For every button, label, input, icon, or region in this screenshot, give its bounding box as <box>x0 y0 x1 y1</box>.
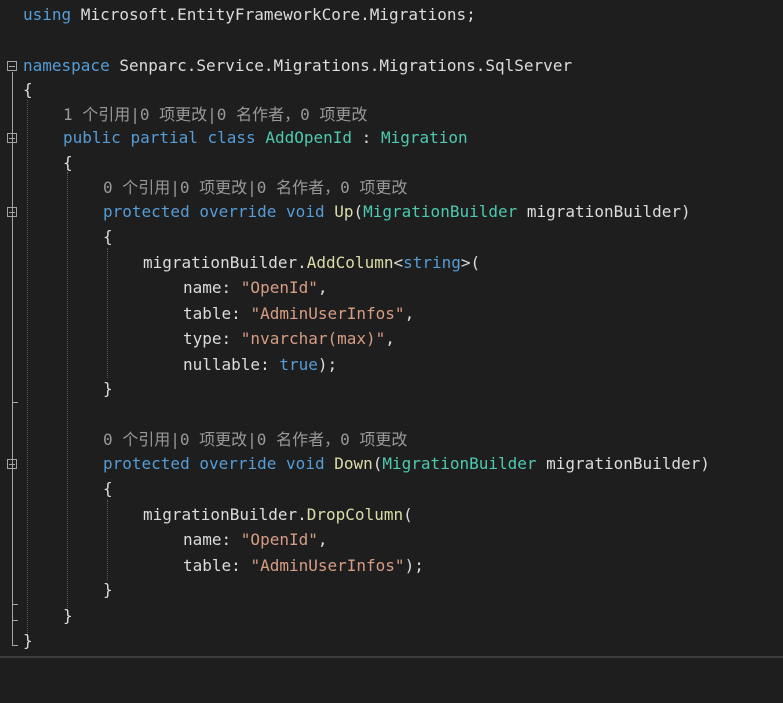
editor-bottom-border <box>0 656 783 658</box>
call-end: ); <box>317 355 338 374</box>
keyword: string <box>403 253 461 272</box>
arg-label: name: <box>183 278 241 297</box>
keyword: public <box>63 128 121 147</box>
codelens-class[interactable]: 1 个引用|0 项更改|0 名作者，0 项更改 <box>0 102 367 127</box>
code-line-addcolumn: migrationBuilder.AddColumn<string>( <box>0 250 480 275</box>
generic-open: < <box>393 253 404 272</box>
keyword: void <box>286 454 325 473</box>
param-name: migrationBuilder) <box>536 454 710 473</box>
code-line-up-open: { <box>0 224 113 249</box>
paren: ( <box>403 505 413 524</box>
keyword: partial <box>130 128 198 147</box>
indent-guide-down <box>107 500 108 580</box>
method-name: Down <box>334 454 373 473</box>
code-line-arg-nullable: nullable: true); <box>0 352 337 377</box>
base-class: Migration <box>380 128 468 147</box>
brace: { <box>63 153 73 172</box>
param-type: MigrationBuilder <box>382 454 537 473</box>
keyword: class <box>207 128 256 147</box>
comma: , <box>385 329 395 348</box>
codelens-text[interactable]: 0 个引用|0 项更改|0 名作者，0 项更改 <box>103 430 407 449</box>
generic-close: >( <box>460 253 481 272</box>
code-line-namespace: namespace Senparc.Service.Migrations.Mig… <box>0 53 572 78</box>
code-line-up-close: } <box>0 376 113 401</box>
keyword: void <box>286 202 325 221</box>
keyword: using <box>23 5 72 24</box>
code-line-class-decl: public partial class AddOpenId : Migrati… <box>0 125 468 150</box>
param-type: MigrationBuilder <box>363 202 518 221</box>
code-line-up-decl: protected override void Up(MigrationBuil… <box>0 199 691 224</box>
using-namespace: Microsoft.EntityFrameworkCore.Migrations… <box>71 5 476 24</box>
brace: { <box>103 227 113 246</box>
indent-guide-up <box>107 248 108 378</box>
indent-guide-class <box>67 172 68 620</box>
keyword: namespace <box>23 56 110 75</box>
brace: } <box>63 606 73 625</box>
codelens-down[interactable]: 0 个引用|0 项更改|0 名作者，0 项更改 <box>0 427 407 452</box>
brace: } <box>23 631 33 650</box>
brace: } <box>103 580 113 599</box>
code-line-class-close: } <box>0 603 73 628</box>
code-editor[interactable]: using Microsoft.EntityFrameworkCore.Migr… <box>0 0 783 661</box>
code-line-arg-name: name: "OpenId", <box>0 275 328 300</box>
string-literal: "AdminUserInfos" <box>250 556 405 575</box>
comma: , <box>317 278 328 297</box>
keyword: true <box>279 355 318 374</box>
keyword: override <box>199 454 277 473</box>
string-literal: "nvarchar(max)" <box>240 329 386 348</box>
codelens-text[interactable]: 1 个引用|0 项更改|0 名作者，0 项更改 <box>63 105 367 124</box>
brace: { <box>103 479 113 498</box>
code-line-drop-arg-name: name: "OpenId", <box>0 527 328 552</box>
string-literal: "AdminUserInfos" <box>250 304 405 323</box>
arg-label: type: <box>183 329 241 348</box>
keyword: protected <box>103 202 190 221</box>
code-line-down-open: { <box>0 476 113 501</box>
code-line-arg-table: table: "AdminUserInfos", <box>0 301 414 326</box>
string-literal: "OpenId" <box>240 278 318 297</box>
arg-label: nullable: <box>183 355 280 374</box>
call-end: ); <box>404 556 424 575</box>
string-literal: "OpenId" <box>240 530 318 549</box>
code-line-drop-arg-table: table: "AdminUserInfos"); <box>0 553 424 578</box>
comma: , <box>317 530 328 549</box>
code-line-namespace-close: } <box>0 628 39 653</box>
brace: { <box>23 80 33 99</box>
method-name: Up <box>334 202 354 221</box>
arg-label: table: <box>183 556 251 575</box>
namespace-name: Senparc.Service.Migrations.Migrations.Sq… <box>109 56 573 75</box>
brace: } <box>103 379 113 398</box>
paren: ( <box>372 454 383 473</box>
code-line-dropcolumn: migrationBuilder.DropColumn( <box>0 502 413 527</box>
code-line-down-close: } <box>0 577 113 602</box>
builder-ref: migrationBuilder. <box>143 505 307 524</box>
param-name: migrationBuilder) <box>517 202 691 221</box>
comma: , <box>404 304 415 323</box>
arg-label: name: <box>183 530 241 549</box>
builder-ref: migrationBuilder. <box>143 253 307 272</box>
code-line-class-open: { <box>0 150 73 175</box>
codelens-text[interactable]: 0 个引用|0 项更改|0 名作者，0 项更改 <box>103 178 407 197</box>
keyword: protected <box>103 454 190 473</box>
paren: ( <box>353 202 364 221</box>
keyword: override <box>199 202 277 221</box>
code-line-using: using Microsoft.EntityFrameworkCore.Migr… <box>0 2 476 27</box>
method-call: AddColumn <box>306 253 394 272</box>
code-line-namespace-open: { <box>0 77 39 102</box>
code-line-arg-type: type: "nvarchar(max)", <box>0 326 395 351</box>
codelens-up[interactable]: 0 个引用|0 项更改|0 名作者，0 项更改 <box>0 175 407 200</box>
class-name: AddOpenId <box>265 128 353 147</box>
arg-label: table: <box>183 304 251 323</box>
code-line-down-decl: protected override void Down(MigrationBu… <box>0 451 710 476</box>
colon: : <box>352 128 381 147</box>
method-call: DropColumn <box>306 505 404 524</box>
